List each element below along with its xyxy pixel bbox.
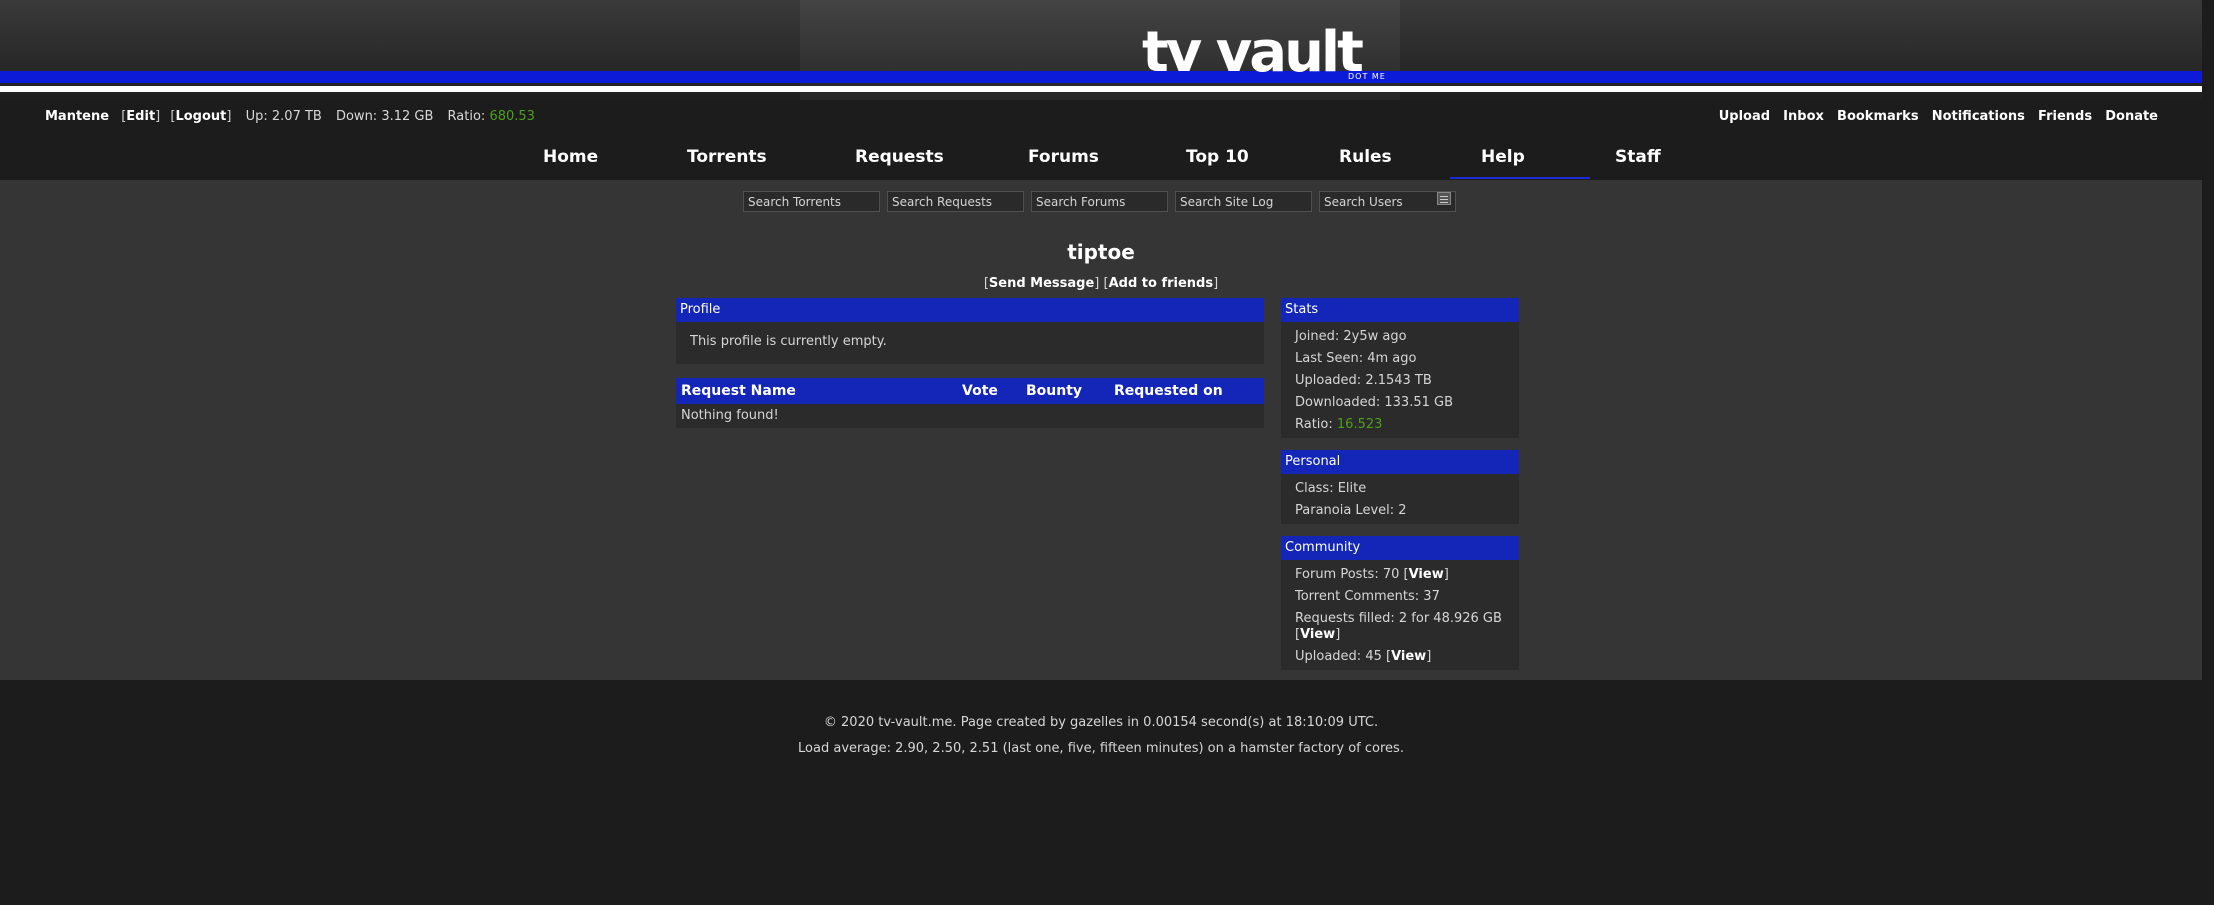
header-blue-stripe — [0, 71, 2202, 83]
stat-ratio: Ratio: 16.523 — [1295, 417, 1383, 432]
notifications-link[interactable]: Notifications — [1932, 109, 2025, 124]
footer-copyright: © 2020 tv-vault.me. Page created by gaze… — [823, 715, 1379, 730]
profile-box: Profile This profile is currently empty. — [676, 298, 1264, 364]
footer-load-average: Load average: 2.90, 2.50, 2.51 (last one… — [798, 741, 1404, 756]
nav-requests[interactable]: Requests — [855, 141, 944, 173]
search-forums-input[interactable]: Search Forums — [1031, 191, 1168, 212]
nav-help-active-indicator — [1450, 177, 1590, 179]
stats-box-title: Stats — [1281, 298, 1519, 322]
inbox-link[interactable]: Inbox — [1783, 109, 1824, 124]
col-vote[interactable]: Vote — [962, 378, 998, 404]
user-menu: Upload Inbox Bookmarks Notifications Fri… — [1710, 108, 2158, 126]
community-forum-posts: Forum Posts: 70 [View] — [1295, 567, 1449, 582]
send-message-link[interactable]: Send Message — [989, 276, 1094, 291]
view-uploaded-link[interactable]: View — [1391, 649, 1426, 664]
community-requests-filled: Requests filled: 2 for 48.926 GB [View] — [1295, 611, 1502, 642]
table-row-empty: Nothing found! — [676, 404, 1264, 428]
community-box-title: Community — [1281, 536, 1519, 560]
site-logo[interactable]: tv vault — [1142, 18, 1364, 88]
nav-staff[interactable]: Staff — [1615, 141, 1661, 173]
friends-link[interactable]: Friends — [2038, 109, 2092, 124]
requests-table: Request Name Vote Bounty Requested on No… — [676, 378, 1264, 428]
view-forum-posts-link[interactable]: View — [1409, 567, 1444, 582]
requests-table-header: Request Name Vote Bounty Requested on — [676, 378, 1264, 404]
search-requests-input[interactable]: Search Requests — [887, 191, 1024, 212]
personal-class: Class: Elite — [1295, 481, 1367, 496]
profile-text: This profile is currently empty. — [690, 334, 887, 349]
user-info-bar: Mantene [Edit] [Logout] Up: 2.07 TB Down… — [45, 109, 535, 124]
community-torrent-comments: Torrent Comments: 37 — [1295, 589, 1440, 604]
community-box: Community Forum Posts: 70 [View] Torrent… — [1281, 536, 1519, 670]
edit-profile-link[interactable]: Edit — [126, 109, 155, 124]
stat-uploaded: Uploaded: 2.1543 TB — [1295, 373, 1432, 388]
nav-torrents[interactable]: Torrents — [687, 141, 767, 173]
nav-forums[interactable]: Forums — [1028, 141, 1099, 173]
nav-rules[interactable]: Rules — [1339, 141, 1392, 173]
logout-link[interactable]: Logout — [175, 109, 226, 124]
download-stat: Down: 3.12 GB — [335, 109, 434, 124]
upload-link[interactable]: Upload — [1719, 109, 1770, 124]
search-keyboard-icon[interactable] — [1437, 192, 1451, 205]
personal-box: Personal Class: Elite Paranoia Level: 2 — [1281, 450, 1519, 524]
col-requested-on[interactable]: Requested on — [1114, 378, 1223, 404]
search-site-log-input[interactable]: Search Site Log — [1175, 191, 1312, 212]
ratio-stat: Ratio: 680.53 — [447, 109, 535, 124]
profile-action-links: [Send Message] [Add to friends] — [983, 276, 1219, 291]
col-bounty[interactable]: Bounty — [1026, 378, 1082, 404]
col-request-name[interactable]: Request Name — [681, 378, 796, 404]
header-white-stripe — [0, 86, 2202, 92]
donate-link[interactable]: Donate — [2105, 109, 2158, 124]
search-users-input[interactable]: Search Users — [1319, 191, 1456, 212]
view-requests-filled-link[interactable]: View — [1300, 627, 1335, 642]
site-logo-subtitle: DOT ME — [1348, 72, 1386, 81]
main-navigation: Home Torrents Requests Forums Top 10 Rul… — [520, 141, 1700, 181]
stat-joined: Joined: 2y5w ago — [1295, 329, 1407, 344]
profile-box-title: Profile — [676, 298, 1264, 322]
upload-stat: Up: 2.07 TB — [245, 109, 322, 124]
nav-help[interactable]: Help — [1481, 141, 1525, 173]
site-header: tv vault DOT ME — [0, 0, 2202, 100]
stat-last-seen: Last Seen: 4m ago — [1295, 351, 1417, 366]
profile-username: tiptoe — [1067, 240, 1135, 264]
community-uploaded: Uploaded: 45 [View] — [1295, 649, 1432, 664]
add-to-friends-link[interactable]: Add to friends — [1109, 276, 1214, 291]
nav-top10[interactable]: Top 10 — [1186, 141, 1249, 173]
personal-box-title: Personal — [1281, 450, 1519, 474]
bookmarks-link[interactable]: Bookmarks — [1837, 109, 1919, 124]
stat-downloaded: Downloaded: 133.51 GB — [1295, 395, 1453, 410]
nav-home[interactable]: Home — [543, 141, 598, 173]
site-footer: © 2020 tv-vault.me. Page created by gaze… — [0, 710, 2202, 762]
stats-box: Stats Joined: 2y5w ago Last Seen: 4m ago… — [1281, 298, 1519, 438]
username-link[interactable]: Mantene — [45, 109, 109, 124]
personal-paranoia: Paranoia Level: 2 — [1295, 503, 1407, 518]
search-torrents-input[interactable]: Search Torrents — [743, 191, 880, 212]
